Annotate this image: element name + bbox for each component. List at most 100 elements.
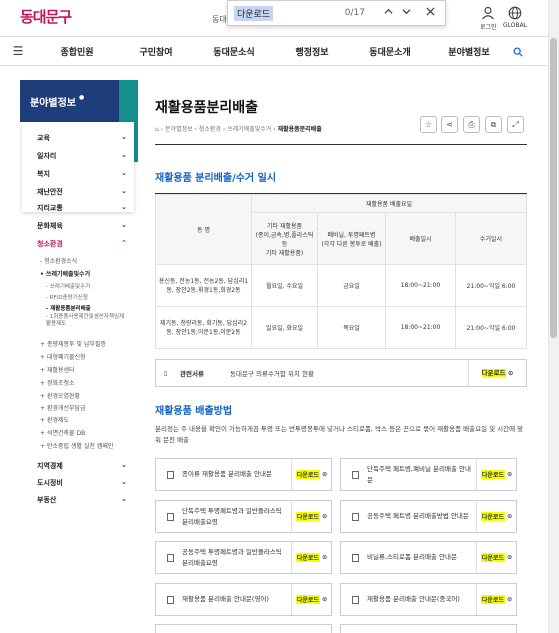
left-nav-item-urban[interactable]: 도시정비 ⌄ [37,478,127,488]
left-nav-sub-waste[interactable]: • 쓰레기배출및수거 [40,269,90,278]
print-icon: ⎙ [468,120,475,129]
gnb-item-fields[interactable]: 분야별정보 [430,45,508,58]
download-button[interactable]: 다운로드 ⊙ [291,459,331,490]
left-nav-item-safety[interactable]: 재난안전 ⌄ [37,187,127,197]
left-nav-item-education[interactable]: 교육 ⌄ [37,133,127,143]
download-button[interactable]: 다운로드 ⊙ [291,584,331,615]
document-icon [352,553,359,562]
table-header-collect: 수거일시 [455,212,527,265]
table-cell-out: 18:00~21:00 [385,264,456,307]
download-button[interactable]: 다운로드 ⊙ [476,459,516,490]
login-label: 로그인 [480,24,497,31]
gnb-item-participation[interactable]: 구민참여 [118,45,194,58]
left-nav-item-traffic[interactable]: 지리교통 ⌄ [37,203,127,213]
breadcrumb-item[interactable]: 분야별정보 [165,126,193,133]
close-icon [425,7,435,16]
search-icon [513,47,523,57]
document-icon [167,553,174,562]
user-icon [482,6,495,20]
chevron-down-icon [401,9,411,15]
left-nav-sub2-recycle[interactable]: - 재활용품분리배출 [46,304,91,312]
left-nav-item-welfare[interactable]: 복지 ⌄ [37,169,127,179]
page-title: 재활용품분리배출 [155,100,259,116]
left-nav-sub-asbestos[interactable]: + 석면건축물 DB [40,428,85,437]
left-nav-sub-bulky[interactable]: + 대형폐기물신청 [40,352,86,361]
breadcrumb-item[interactable]: 청소환경 [199,126,221,133]
table-header-etc: 기타 재활용품 (종이,금속,병,플라스틱 등 기타 재활용품) [251,212,318,265]
left-nav-item-realestate[interactable]: 부동산 ⌄ [37,495,127,505]
table-cell-collect: 21:00~익일 6:00 [455,264,527,307]
method-description: 분리정는 주 내용을 확인이 가능하게끔 투명 또는 반투명봉투에 넣거나 스티… [155,425,524,444]
left-nav-sub2-waste[interactable]: - 쓰레기배출및수거 [46,282,90,290]
left-nav-sub-pollution[interactable]: + 환경오염현황 [40,391,80,400]
home-icon[interactable]: ⌂ [155,126,159,133]
download-card: 단독주택 투명페트병과 일반플라스틱 분리배출요령 다운로드 ⊙ [155,500,332,533]
download-button[interactable]: 다운로드 ⊙ [468,360,526,386]
left-nav-sub-carbon[interactable]: + 탄소중립 생활 실천 캠페인 [40,441,113,450]
breadcrumb-current: 재활용품분리배출 [277,126,322,133]
document-icon [352,470,359,479]
print-button[interactable]: ⎙ [463,116,480,133]
download-button[interactable]: 다운로드 ⊙ [476,584,516,615]
login-button[interactable]: 로그인 [480,6,497,31]
find-in-page-bar: 다운로드 0/17 [227,0,446,26]
left-nav-sub-center[interactable]: + 재활용센터 [40,365,75,374]
table-header-out: 배출일시 [385,212,456,265]
expand-button[interactable]: ⤢ [507,116,524,133]
globe-icon [508,6,522,20]
global-button[interactable]: GLOBAL [503,6,527,29]
gnb-item-news[interactable]: 동대문소식 [194,45,274,58]
breadcrumb-item[interactable]: 쓰레기배출및수거 [227,126,271,133]
link-icon: ⧉ [490,120,497,129]
table-row: 제기동, 청량리동, 회기동, 답십리2동, 장안1동,이문1동,이문2동 일요… [155,306,527,349]
find-close-button[interactable] [421,7,439,19]
download-card: 비닐류,스티로폼 분리배출 안내문 다운로드 ⊙ [340,541,517,574]
left-nav-item-culture[interactable]: 문화체육 ⌄ [37,221,127,231]
left-nav-sub2-single-use[interactable]: - 1회용품사용제한및생산자책임재활용제도 [46,314,126,328]
gnb-item-civil[interactable]: 종합민원 [36,45,118,58]
table-cell-out: 18:00~21:00 [385,306,456,349]
related-documents: ▯ 관련서류 동대문구 의류수거함 위치 현황 다운로드 ⊙ [155,359,527,387]
table-header-dong: 동 명 [155,194,252,265]
share-icon: ⋖ [446,120,453,129]
bookmark-button[interactable]: ☆ [420,116,437,133]
main-navigation: ☰ 종합민원 구민참여 동대문소식 행정정보 동대문소개 분야별정보 [0,36,548,66]
download-card: 종이류 재활용품 분리배출 안내문 다운로드 ⊙ [155,458,332,491]
table-cell-etc: 일요일, 화요일 [251,306,318,349]
download-card: 단독주택 페트병,폐비닐 분리배출 안내문 다운로드 ⊙ [340,458,517,491]
scrollbar-thumb[interactable] [550,38,557,338]
document-icon: ▯ [164,369,168,377]
download-button[interactable]: 다운로드 ⊙ [291,542,331,573]
search-button[interactable] [508,42,528,61]
left-nav-sub-system[interactable]: + 환경제도 [40,415,69,424]
download-button[interactable]: 다운로드 ⊙ [476,501,516,532]
gnb-item-about[interactable]: 동대문소개 [350,45,430,58]
global-label: GLOBAL [503,22,528,29]
breadcrumb: ⌂ › 분야별정보 › 청소환경 › 쓰레기배출및수거 › 재활용품분리배출 [155,126,322,133]
document-icon [352,595,359,604]
find-prev-button[interactable] [379,7,397,19]
download-card: 재활용품 분리배출 안내문(영어) 다운로드 ⊙ [155,583,332,616]
left-nav-item-environment[interactable]: 청소환경 ⌃ [37,239,127,249]
left-nav-sub-charge[interactable]: + 환경개선부담금 [40,403,86,412]
left-nav-sub-env-news[interactable]: - 청소환경소식 [40,256,77,265]
download-button[interactable]: 다운로드 ⊙ [291,501,331,532]
left-nav-sub2-rfid[interactable]: - RFID종량기신청 [46,293,88,301]
share-button[interactable]: ⋖ [441,116,458,133]
left-nav-item-jobs[interactable]: 일자리 ⌄ [37,151,127,161]
site-logo[interactable]: 동대문구 [20,6,72,27]
gnb-item-admin[interactable]: 행정정보 [274,45,350,58]
left-nav-item-economy[interactable]: 지역경제 ⌄ [37,461,127,471]
download-button[interactable]: 다운로드 ⊙ [476,542,516,573]
left-nav-sub-septic[interactable]: + 정화조청소 [40,378,75,387]
find-input[interactable]: 다운로드 [234,5,274,21]
chevron-up-icon [383,8,393,14]
left-nav-sub-bags[interactable]: + 종량제봉투 및 납부필증 [40,339,106,348]
table-header-group: 재활용품 배출요일 [251,194,527,213]
copy-url-button[interactable]: ⧉ [485,116,502,133]
menu-icon[interactable]: ☰ [0,44,36,58]
find-next-button[interactable] [397,7,415,19]
table-header-vinyl: 폐비닐, 투명페트병 (각각 다른 봉투로 배출) [317,212,386,265]
left-nav-title: 분야별정보● [20,80,119,122]
table-cell-vinyl: 목요일 [317,306,386,349]
